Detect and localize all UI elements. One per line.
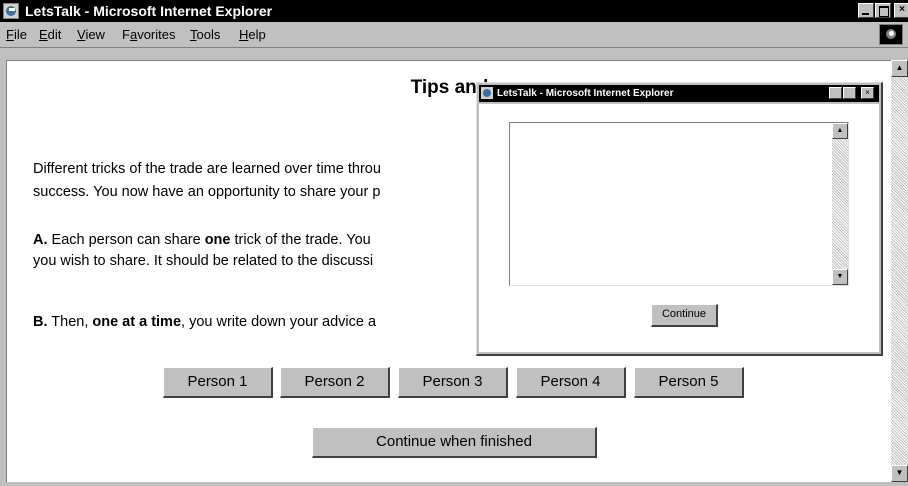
person-4-button[interactable]: Person 4: [516, 367, 626, 398]
menu-file-label: ile: [13, 27, 27, 42]
popup-maximize-button[interactable]: [843, 87, 856, 99]
step-a-bold: one: [204, 232, 231, 248]
intro-text-line2: success. You now have an opportunity to …: [33, 184, 381, 200]
close-button[interactable]: ×: [894, 3, 908, 18]
scroll-up-arrow-icon[interactable]: ▲: [891, 60, 908, 77]
menu-favorites-label: vorites: [137, 27, 176, 42]
step-b-bold: one at a time: [92, 314, 182, 330]
menu-edit-accel: E: [39, 27, 48, 42]
popup-continue-button[interactable]: Continue: [651, 304, 718, 327]
menu-favorites-prefix: F: [122, 27, 130, 42]
title-bar[interactable]: LetsTalk - Microsoft Internet Explorer ×: [0, 0, 908, 22]
step-b-part1: Then,: [47, 314, 93, 330]
popup-title-bar[interactable]: LetsTalk - Microsoft Internet Explorer ×: [479, 85, 879, 102]
menu-file[interactable]: File: [6, 27, 27, 43]
step-a-part2: trick of the trade. You: [230, 232, 371, 248]
step-b-text: B. Then, one at a time, you write down y…: [33, 312, 376, 333]
person-3-button[interactable]: Person 3: [398, 367, 508, 398]
continue-when-finished-button[interactable]: Continue when finished: [312, 427, 597, 458]
popup-minimize-button[interactable]: [829, 87, 842, 99]
popup-ie-icon[interactable]: [481, 87, 493, 99]
popup-body: ▲ ▼ Continue: [479, 104, 879, 352]
menu-view-label: iew: [85, 27, 105, 42]
menu-help[interactable]: Help: [239, 27, 266, 43]
window-title: LetsTalk - Microsoft Internet Explorer: [25, 3, 273, 19]
popup-close-button[interactable]: ×: [861, 87, 874, 99]
step-a-label: A.: [33, 232, 48, 248]
step-b-label: B.: [33, 314, 48, 330]
intro-text-line1: Different tricks of the trade are learne…: [33, 161, 381, 177]
menu-edit[interactable]: Edit: [39, 27, 61, 43]
person-1-button[interactable]: Person 1: [163, 367, 273, 398]
ie-app-icon[interactable]: [3, 3, 19, 19]
scroll-down-arrow-icon[interactable]: ▼: [891, 465, 908, 482]
textarea-scroll-down-icon[interactable]: ▼: [832, 269, 848, 285]
menu-edit-label: dit: [47, 27, 62, 42]
menu-bar: File Edit View Favorites Tools Help: [0, 22, 908, 48]
step-a-text-line2: you wish to share. It should be related …: [33, 253, 374, 269]
popup-window: LetsTalk - Microsoft Internet Explorer ×…: [476, 82, 883, 356]
textarea-scrollbar[interactable]: ▲ ▼: [832, 123, 848, 285]
textarea-scroll-up-icon[interactable]: ▲: [832, 123, 848, 139]
menu-help-label: elp: [248, 27, 266, 42]
popup-title: LetsTalk - Microsoft Internet Explorer: [497, 88, 674, 99]
step-a-text: A. Each person can share one trick of th…: [33, 230, 371, 251]
menu-file-accel: F: [6, 27, 14, 42]
menu-tools[interactable]: Tools: [190, 27, 220, 43]
windows-throbber-icon: [879, 24, 903, 45]
page-vertical-scrollbar[interactable]: ▲ ▼: [891, 60, 908, 482]
person-2-button[interactable]: Person 2: [280, 367, 390, 398]
step-a-part1: Each person can share: [47, 232, 205, 248]
minimize-button[interactable]: [858, 3, 874, 18]
menu-favorites[interactable]: Favorites: [122, 27, 175, 43]
menu-help-accel: H: [239, 27, 249, 42]
menu-view[interactable]: View: [77, 27, 105, 43]
advice-textarea[interactable]: ▲ ▼: [509, 122, 849, 286]
menu-tools-label: ools: [196, 27, 221, 42]
step-b-part2: , you write down your advice a: [181, 314, 377, 330]
person-5-button[interactable]: Person 5: [634, 367, 744, 398]
maximize-button[interactable]: [875, 3, 891, 18]
